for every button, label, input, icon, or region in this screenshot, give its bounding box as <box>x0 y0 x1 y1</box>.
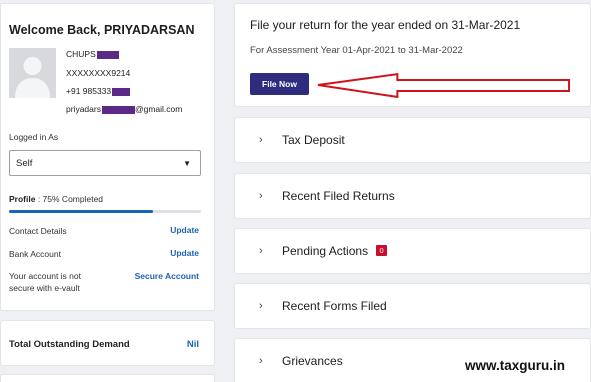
section-label: Pending Actions 0 <box>282 244 388 258</box>
outstanding-demand-label: Total Outstanding Demand <box>9 339 130 350</box>
section-label: Tax Deposit <box>282 133 345 147</box>
profile-phone: +91 985333 <box>66 86 131 96</box>
profile-name: CHUPS <box>66 49 119 59</box>
chevron-right-icon: › <box>259 134 263 146</box>
section-label-text: Pending Actions <box>282 244 369 258</box>
profile-phone-text: +91 985333 <box>66 86 112 96</box>
file-now-button[interactable]: File Now <box>250 73 309 95</box>
logged-in-as-label: Logged in As <box>9 132 59 142</box>
redaction-mark <box>96 50 119 59</box>
profile-card: Welcome Back, PRIYADARSAN CHUPS XXXXXXXX… <box>0 3 215 311</box>
section-pending-actions[interactable]: › Pending Actions 0 <box>234 228 591 274</box>
profile-email-domain: @gmail.com <box>134 104 183 114</box>
next-card-edge <box>0 374 215 382</box>
logged-in-as-value: Self <box>16 158 33 169</box>
caret-down-icon: ▼ <box>183 159 191 168</box>
section-tax-deposit[interactable]: › Tax Deposit <box>234 117 591 163</box>
section-recent-forms-filed[interactable]: › Recent Forms Filed <box>234 283 591 329</box>
outstanding-demand-value[interactable]: Nil <box>187 339 199 350</box>
avatar <box>9 48 56 98</box>
outstanding-demand-card: Total Outstanding Demand Nil <box>0 320 215 366</box>
chevron-right-icon: › <box>259 190 263 202</box>
profile-pan: XXXXXXXX9214 <box>66 68 131 78</box>
evault-text: Your account is not secure with e-vault <box>9 270 81 294</box>
profile-email: priyadars @gmail.com <box>66 104 182 114</box>
secure-account-link[interactable]: Secure Account <box>135 271 199 281</box>
chevron-right-icon: › <box>259 245 263 257</box>
redaction-mark <box>112 87 131 96</box>
update-bank-link[interactable]: Update <box>170 248 199 258</box>
profile-progress-bar <box>9 210 201 213</box>
profile-status: : 75% Completed <box>37 194 104 204</box>
evault-text-line2: secure with e-vault <box>9 283 80 293</box>
red-arrow-icon <box>317 72 571 99</box>
profile-progress-fill <box>9 210 153 213</box>
user-silhouette-icon <box>9 48 56 98</box>
profile-label: Profile <box>9 194 36 204</box>
section-label: Recent Filed Returns <box>282 189 395 203</box>
profile-progress-label: Profile : 75% Completed <box>9 194 103 204</box>
redaction-mark <box>101 105 135 114</box>
file-return-title: File your return for the year ended on 3… <box>250 18 521 32</box>
watermark: www.taxguru.in <box>465 358 566 373</box>
chevron-right-icon: › <box>259 355 263 367</box>
profile-email-text: priyadars <box>66 104 101 114</box>
contact-details-label: Contact Details <box>9 226 67 236</box>
section-recent-filed-returns[interactable]: › Recent Filed Returns <box>234 173 591 219</box>
assessment-year-text: For Assessment Year 01-Apr-2021 to 31-Ma… <box>250 45 463 56</box>
logged-in-as-select[interactable]: Self ▼ <box>9 150 201 176</box>
section-label: Grievances <box>282 354 343 368</box>
bank-account-label: Bank Account <box>9 249 61 259</box>
profile-name-text: CHUPS <box>66 49 96 59</box>
welcome-heading: Welcome Back, PRIYADARSAN <box>9 23 195 37</box>
evault-text-line1: Your account is not <box>9 271 81 281</box>
pending-count-badge: 0 <box>376 245 388 256</box>
update-contact-link[interactable]: Update <box>170 225 199 235</box>
section-label: Recent Forms Filed <box>282 299 387 313</box>
chevron-right-icon: › <box>259 300 263 312</box>
